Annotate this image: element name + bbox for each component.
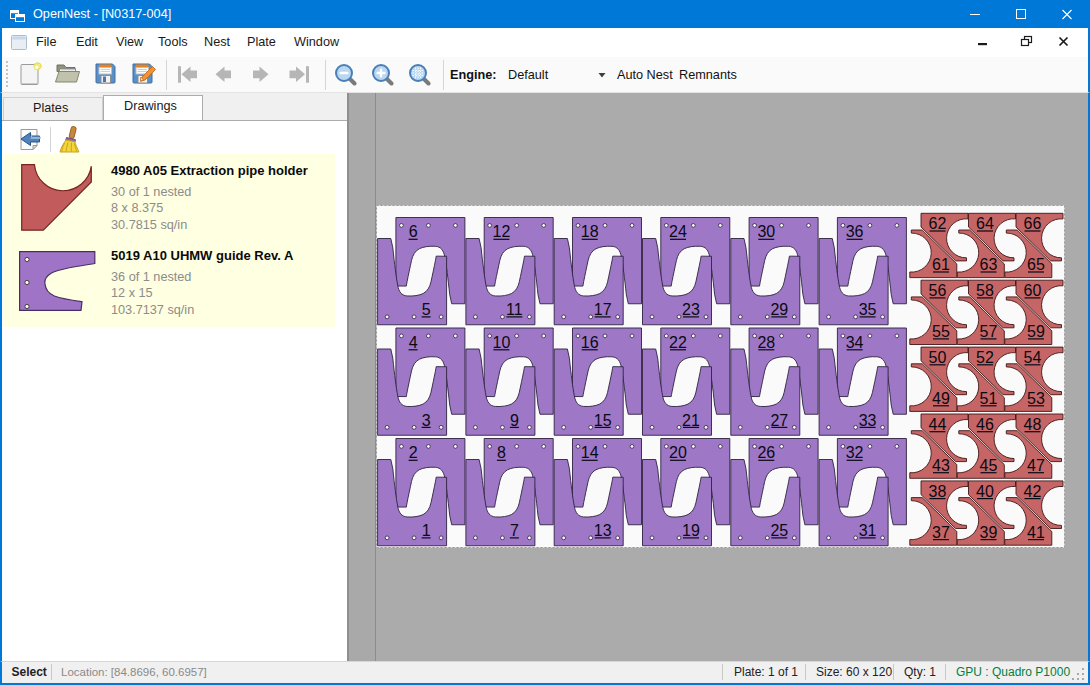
svg-text:19: 19: [682, 522, 700, 539]
svg-text:11: 11: [506, 301, 523, 318]
svg-text:25: 25: [770, 522, 788, 539]
svg-text:30: 30: [757, 223, 775, 240]
svg-text:47: 47: [1027, 457, 1045, 474]
svg-text:27: 27: [770, 412, 788, 429]
svg-text:31: 31: [858, 522, 876, 539]
svg-text:45: 45: [979, 457, 997, 474]
svg-text:44: 44: [928, 416, 946, 433]
svg-text:21: 21: [682, 412, 700, 429]
svg-text:66: 66: [1023, 215, 1041, 232]
svg-text:48: 48: [1023, 416, 1041, 433]
svg-text:5: 5: [421, 301, 430, 318]
svg-text:61: 61: [932, 256, 950, 273]
svg-text:49: 49: [932, 390, 950, 407]
svg-text:36: 36: [845, 223, 863, 240]
svg-text:18: 18: [580, 223, 598, 240]
svg-text:54: 54: [1023, 349, 1041, 366]
svg-text:38: 38: [928, 483, 946, 500]
svg-text:37: 37: [932, 524, 950, 541]
svg-text:8: 8: [496, 444, 505, 461]
svg-text:26: 26: [757, 444, 775, 461]
svg-text:3: 3: [421, 412, 430, 429]
svg-text:62: 62: [928, 215, 946, 232]
svg-text:43: 43: [932, 457, 950, 474]
svg-text:50: 50: [928, 349, 946, 366]
svg-text:53: 53: [1027, 390, 1045, 407]
svg-text:55: 55: [932, 323, 950, 340]
svg-text:13: 13: [593, 522, 611, 539]
svg-text:4: 4: [408, 334, 417, 351]
svg-text:9: 9: [509, 412, 518, 429]
svg-text:12: 12: [492, 223, 510, 240]
svg-text:42: 42: [1023, 483, 1041, 500]
svg-text:29: 29: [770, 301, 788, 318]
svg-text:57: 57: [979, 323, 997, 340]
svg-text:17: 17: [593, 301, 611, 318]
svg-text:6: 6: [408, 223, 417, 240]
svg-text:59: 59: [1027, 323, 1045, 340]
svg-text:60: 60: [1023, 282, 1041, 299]
svg-text:16: 16: [580, 334, 598, 351]
svg-text:51: 51: [979, 390, 997, 407]
svg-text:41: 41: [1027, 524, 1045, 541]
svg-text:22: 22: [669, 334, 687, 351]
svg-text:65: 65: [1027, 256, 1045, 273]
svg-text:56: 56: [928, 282, 946, 299]
svg-text:14: 14: [580, 444, 598, 461]
svg-text:20: 20: [669, 444, 687, 461]
svg-text:1: 1: [421, 522, 430, 539]
svg-text:64: 64: [976, 215, 994, 232]
svg-text:32: 32: [845, 444, 863, 461]
svg-text:39: 39: [979, 524, 997, 541]
svg-text:40: 40: [976, 483, 994, 500]
svg-text:15: 15: [593, 412, 611, 429]
svg-text:23: 23: [682, 301, 700, 318]
svg-text:28: 28: [757, 334, 775, 351]
svg-text:46: 46: [976, 416, 994, 433]
svg-text:63: 63: [979, 256, 997, 273]
svg-text:7: 7: [509, 522, 518, 539]
svg-text:2: 2: [408, 444, 417, 461]
svg-text:58: 58: [976, 282, 994, 299]
svg-text:33: 33: [858, 412, 876, 429]
svg-text:24: 24: [669, 223, 687, 240]
svg-text:35: 35: [858, 301, 876, 318]
svg-text:34: 34: [845, 334, 863, 351]
svg-text:10: 10: [492, 334, 510, 351]
svg-text:52: 52: [976, 349, 994, 366]
